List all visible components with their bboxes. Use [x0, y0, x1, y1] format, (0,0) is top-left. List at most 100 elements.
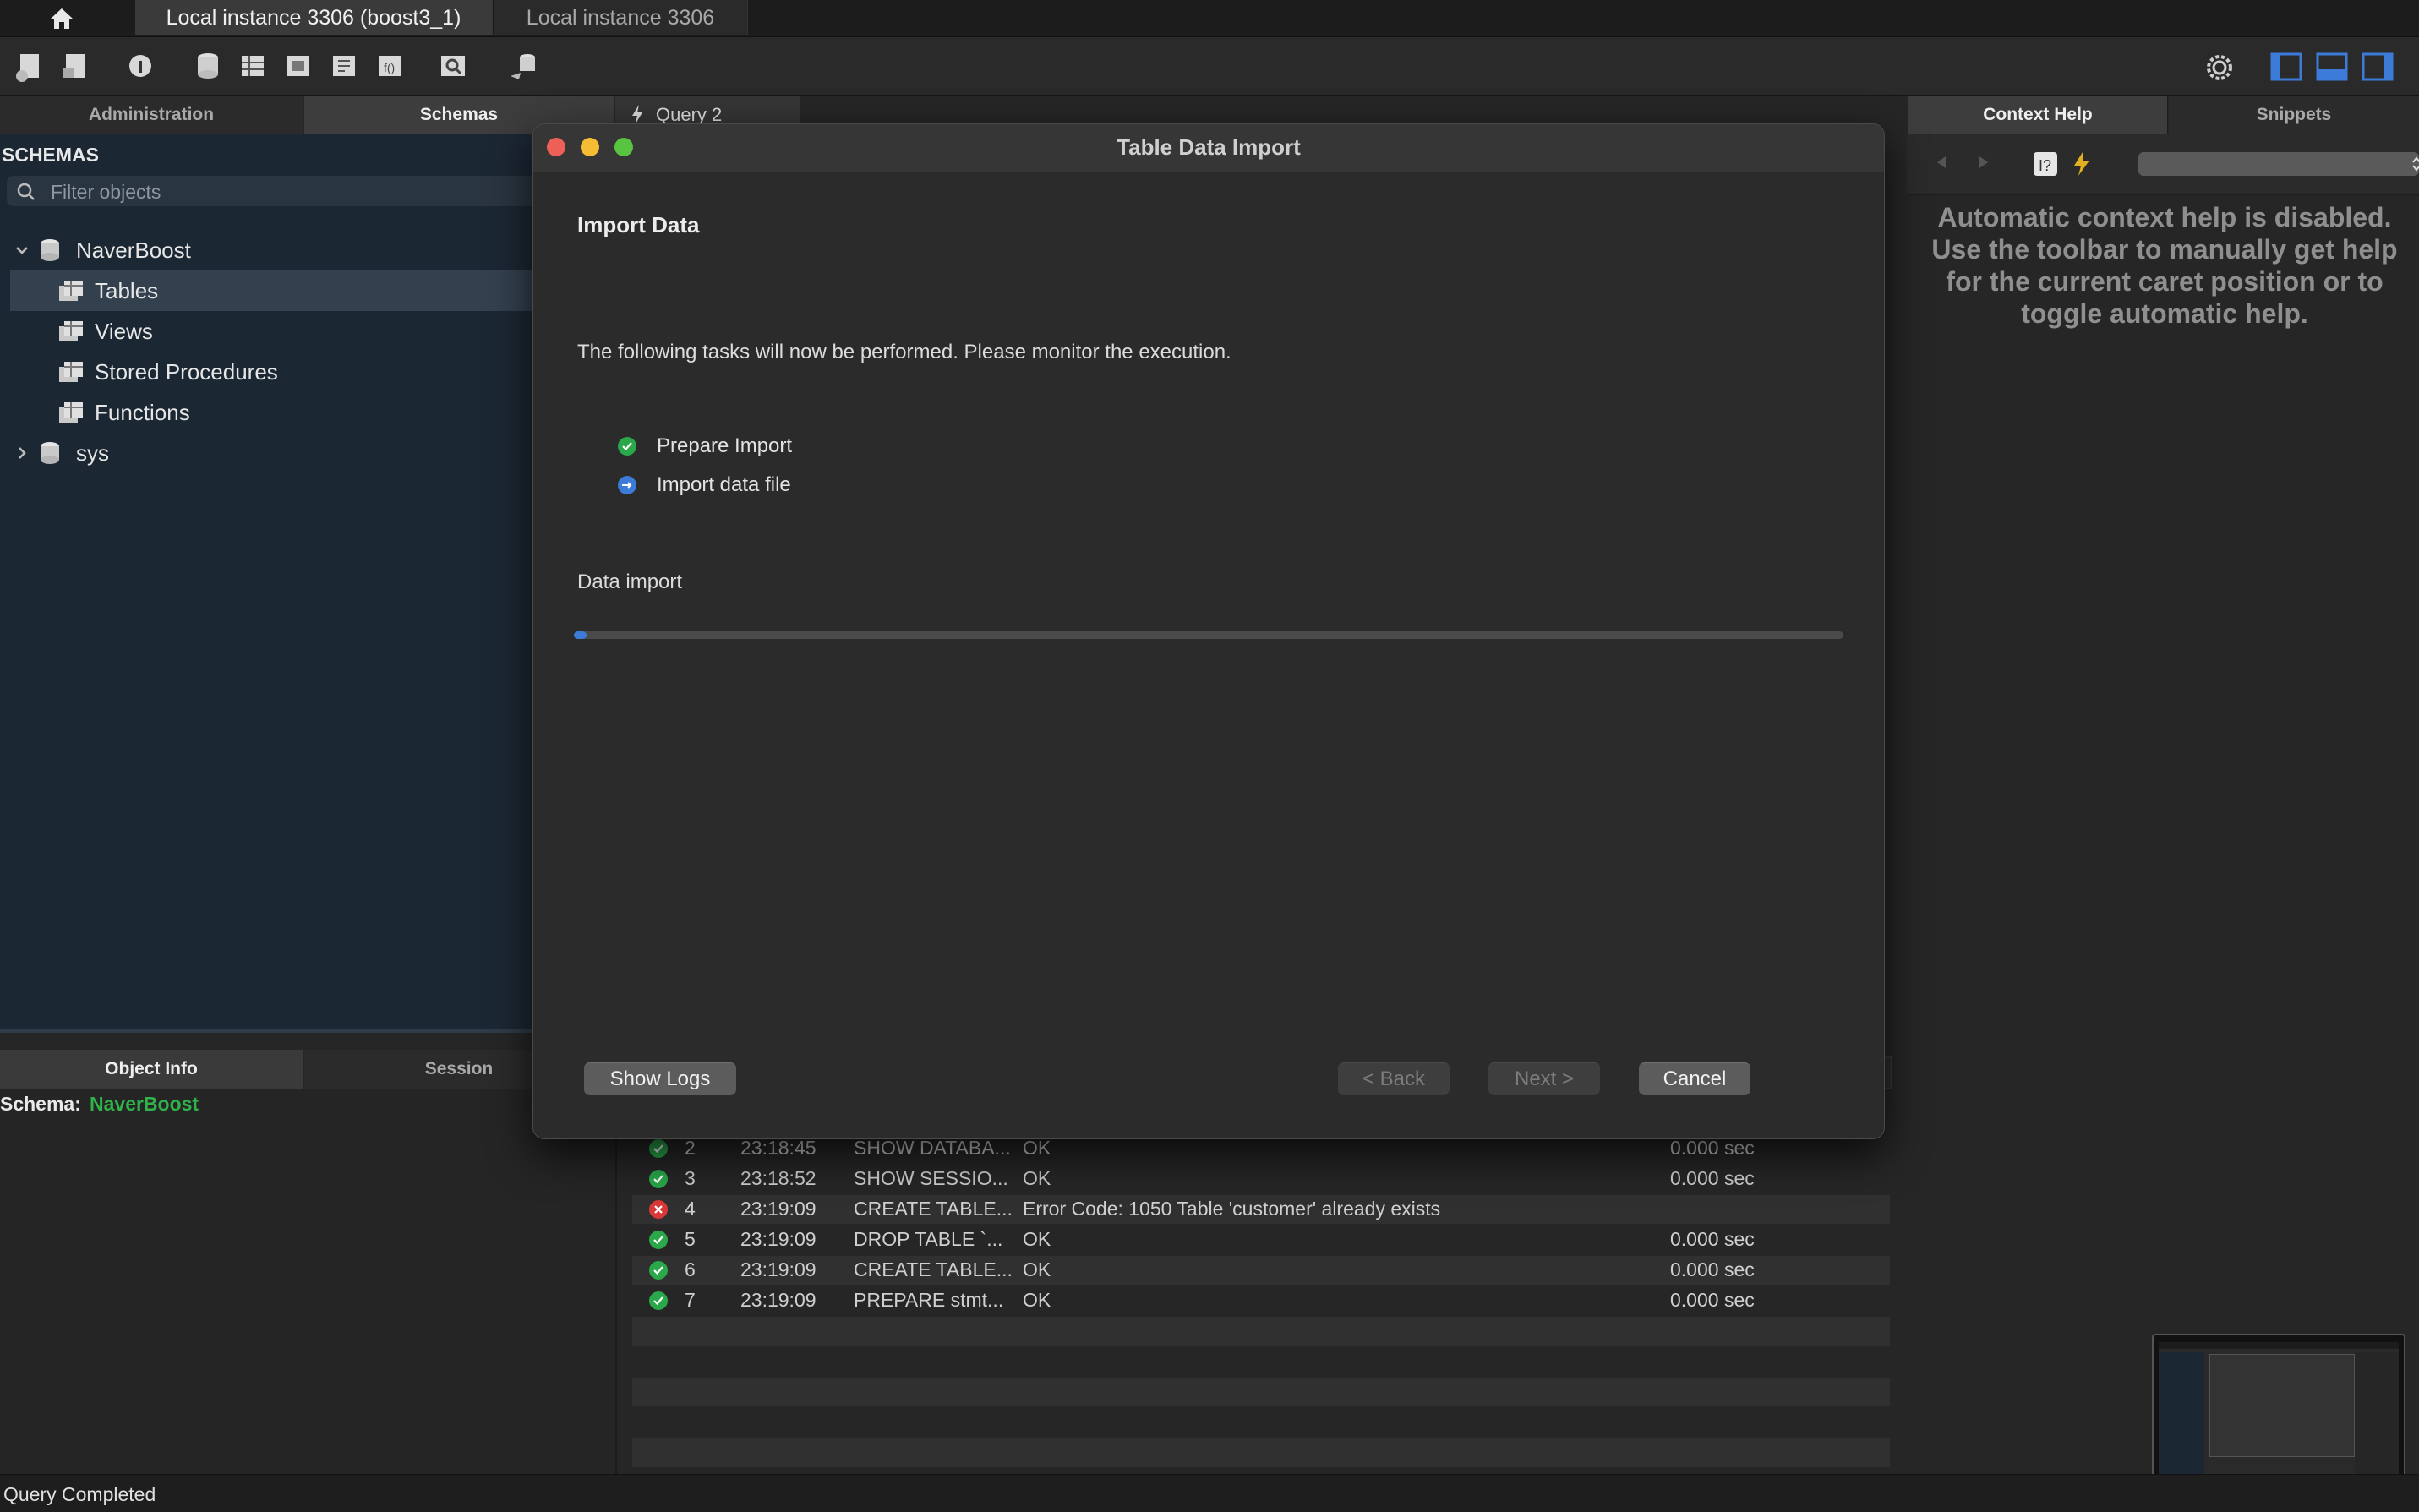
- chevron-down-icon[interactable]: [14, 242, 30, 259]
- forward-arrow-icon[interactable]: [1978, 156, 1990, 169]
- show-logs-button[interactable]: Show Logs: [584, 1062, 736, 1095]
- log-action: CREATE TABLE...: [854, 1258, 1013, 1280]
- search-icon: [17, 183, 35, 200]
- schemas-heading: SCHEMAS: [2, 144, 100, 166]
- log-duration: 0.000 sec: [1670, 1289, 1755, 1311]
- chevron-updown-icon: [2412, 156, 2419, 172]
- dialog-heading: Import Data: [577, 212, 700, 237]
- log-time: 23:19:09: [740, 1198, 816, 1220]
- tab-label: Schemas: [419, 105, 499, 124]
- log-row[interactable]: 5 23:19:09 DROP TABLE `... OK 0.000 sec: [632, 1225, 1890, 1254]
- task-item-import-data-file: Import data file: [618, 466, 792, 505]
- log-row[interactable]: 6 23:19:09 CREATE TABLE... OK 0.000 sec: [632, 1256, 1890, 1285]
- log-message: OK: [1023, 1167, 1051, 1189]
- tree-item-naverboost[interactable]: NaverBoost: [0, 230, 532, 270]
- dialog-description: The following tasks will now be performe…: [577, 341, 1231, 363]
- manual-help-icon[interactable]: I?: [2032, 150, 2059, 177]
- database-icon: [41, 442, 59, 464]
- chevron-right-icon[interactable]: [14, 445, 30, 461]
- empty-log-row: [632, 1438, 1890, 1467]
- tab-label: Context Help: [1983, 105, 2093, 124]
- toggle-output-panel-icon[interactable]: [2316, 52, 2348, 81]
- log-time: 23:19:09: [740, 1258, 816, 1280]
- tab-label: Local instance 3306: [526, 5, 715, 30]
- tree-label: Stored Procedures: [95, 358, 278, 385]
- create-view-icon[interactable]: [281, 49, 314, 83]
- log-message: OK: [1023, 1289, 1051, 1311]
- empty-log-row: [632, 1317, 1890, 1346]
- log-message: OK: [1023, 1137, 1051, 1159]
- tab-label: Object Info: [105, 1059, 198, 1078]
- tree-item-stored-procedures[interactable]: Stored Procedures: [0, 352, 532, 392]
- log-number: 3: [685, 1167, 696, 1189]
- inspector-icon[interactable]: [123, 49, 157, 83]
- create-procedure-icon[interactable]: [326, 49, 360, 83]
- success-check-icon: [649, 1261, 668, 1280]
- tab-context-help[interactable]: Context Help: [1908, 96, 2168, 134]
- auto-help-toggle-icon[interactable]: [2071, 150, 2094, 177]
- log-duration: 0.000 sec: [1670, 1137, 1755, 1159]
- cancel-button[interactable]: Cancel: [1639, 1062, 1750, 1095]
- topic-select[interactable]: [2138, 152, 2419, 176]
- tree-item-sys[interactable]: sys: [0, 433, 532, 473]
- reconnect-icon[interactable]: [507, 49, 541, 83]
- tab-connection-boost3-1[interactable]: Local instance 3306 (boost3_1): [135, 0, 493, 35]
- new-sql-tab-icon[interactable]: [14, 49, 47, 83]
- toggle-secondary-sidebar-icon[interactable]: [2362, 52, 2394, 81]
- log-action: CREATE TABLE...: [854, 1198, 1013, 1220]
- success-check-icon: [649, 1139, 668, 1158]
- log-row[interactable]: 7 23:19:09 PREPARE stmt... OK 0.000 sec: [632, 1286, 1890, 1315]
- tree-label: NaverBoost: [76, 237, 191, 263]
- main-toolbar: f(): [0, 37, 2419, 96]
- dialog-title: Table Data Import: [1117, 134, 1301, 160]
- home-button[interactable]: [0, 0, 123, 36]
- log-row[interactable]: 3 23:18:52 SHOW SESSIO... OK 0.000 sec: [632, 1165, 1890, 1193]
- filter-objects-field[interactable]: Filter objects: [7, 176, 548, 206]
- tree-item-functions[interactable]: Functions: [0, 392, 532, 433]
- button-label: Cancel: [1663, 1067, 1727, 1090]
- tab-label: Snippets: [2256, 105, 2332, 124]
- toggle-sidebar-icon[interactable]: [2270, 52, 2302, 81]
- preferences-gear-icon[interactable]: [2204, 52, 2235, 83]
- back-button[interactable]: < Back: [1338, 1062, 1450, 1095]
- log-action: SHOW DATABA...: [854, 1137, 1011, 1159]
- tab-object-info[interactable]: Object Info: [0, 1050, 303, 1089]
- tree-label: Functions: [95, 399, 190, 425]
- create-schema-icon[interactable]: [189, 49, 223, 83]
- context-help-panel: I? Automatic context help is disabled. U…: [1907, 134, 2419, 1501]
- dialog-titlebar: Table Data Import: [533, 124, 1884, 172]
- log-action: PREPARE stmt...: [854, 1289, 1004, 1311]
- tree-item-views[interactable]: Views: [0, 311, 532, 352]
- task-label: Prepare Import: [657, 434, 793, 457]
- status-bar: Query Completed: [0, 1474, 2419, 1512]
- log-time: 23:19:09: [740, 1289, 816, 1311]
- task-item-prepare-import: Prepare Import: [618, 427, 792, 466]
- create-function-icon[interactable]: f(): [372, 49, 406, 83]
- open-sql-file-icon[interactable]: [59, 49, 93, 83]
- tab-connection-local[interactable]: Local instance 3306: [494, 0, 748, 35]
- button-label: Show Logs: [609, 1067, 711, 1090]
- tab-snippets[interactable]: Snippets: [2169, 96, 2419, 134]
- success-check-icon: [649, 1170, 668, 1188]
- create-table-icon[interactable]: [235, 49, 269, 83]
- lightning-icon: [632, 105, 642, 125]
- back-arrow-icon[interactable]: [1936, 156, 1947, 169]
- tree-label: sys: [76, 439, 109, 466]
- tree-label: Tables: [95, 277, 159, 303]
- table-data-import-dialog: Table Data Import Import Data The follow…: [532, 123, 1885, 1139]
- object-info-label: Schema:: [0, 1093, 81, 1115]
- svg-text:f(): f(): [384, 61, 395, 74]
- success-check-icon: [618, 437, 636, 456]
- tab-administration[interactable]: Administration: [0, 96, 303, 134]
- tree-item-tables[interactable]: Tables: [10, 270, 532, 311]
- tables-folder-icon: [59, 281, 83, 301]
- progress-label: Data import: [577, 570, 683, 593]
- next-button[interactable]: Next >: [1488, 1062, 1600, 1095]
- task-list: Prepare Import Import data file: [618, 427, 792, 505]
- search-table-data-icon[interactable]: [436, 49, 470, 83]
- log-row-error[interactable]: 4 23:19:09 CREATE TABLE... Error Code: 1…: [632, 1195, 1890, 1224]
- home-icon: [51, 8, 73, 29]
- sidebar-splitter[interactable]: [0, 1029, 532, 1033]
- log-time: 23:18:45: [740, 1137, 816, 1159]
- views-folder-icon: [59, 321, 83, 341]
